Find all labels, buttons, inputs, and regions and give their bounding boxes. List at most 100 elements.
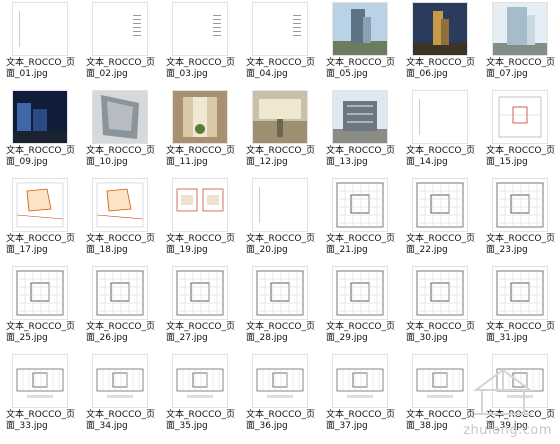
file-item[interactable]: 文本_ROCCO_页面_15.jpg [480, 90, 560, 178]
file-item[interactable]: 文本_ROCCO_页面_36.jpg [240, 354, 320, 442]
file-item[interactable]: 文本_ROCCO_页面_17.jpg [0, 178, 80, 266]
file-name-label: 文本_ROCCO_页面_33.jpg [6, 410, 75, 431]
file-item[interactable]: 文本_ROCCO_页面_29.jpg [320, 266, 400, 354]
file-thumbnail[interactable] [172, 90, 228, 144]
file-thumbnail[interactable] [492, 354, 548, 408]
file-thumbnail[interactable] [412, 178, 468, 232]
file-item[interactable]: 文本_ROCCO_页面_14.jpg [400, 90, 480, 178]
file-thumbnail[interactable] [492, 2, 548, 56]
file-item[interactable]: 文本_ROCCO_页面_21.jpg [320, 178, 400, 266]
file-thumbnail[interactable] [332, 178, 388, 232]
file-thumbnail[interactable] [252, 178, 308, 232]
file-item[interactable]: 文本_ROCCO_页面_34.jpg [80, 354, 160, 442]
file-item[interactable]: 文本_ROCCO_页面_23.jpg [480, 178, 560, 266]
file-thumbnail[interactable] [12, 90, 68, 144]
file-name-label: 文本_ROCCO_页面_37.jpg [326, 410, 395, 431]
file-name-label: 文本_ROCCO_页面_03.jpg [166, 58, 235, 79]
file-name-label: 文本_ROCCO_页面_09.jpg [6, 146, 75, 167]
file-name-label: 文本_ROCCO_页面_35.jpg [166, 410, 235, 431]
file-item[interactable]: 文本_ROCCO_页面_33.jpg [0, 354, 80, 442]
file-item[interactable]: 文本_ROCCO_页面_28.jpg [240, 266, 320, 354]
file-thumbnail[interactable] [412, 266, 468, 320]
file-item[interactable]: 文本_ROCCO_页面_25.jpg [0, 266, 80, 354]
file-thumbnail[interactable] [492, 90, 548, 144]
file-item[interactable]: 文本_ROCCO_页面_11.jpg [160, 90, 240, 178]
file-item[interactable]: 文本_ROCCO_页面_13.jpg [320, 90, 400, 178]
file-item[interactable]: 文本_ROCCO_页面_37.jpg [320, 354, 400, 442]
file-name-label: 文本_ROCCO_页面_01.jpg [6, 58, 75, 79]
file-name-label: 文本_ROCCO_页面_05.jpg [326, 58, 395, 79]
file-item[interactable]: 文本_ROCCO_页面_18.jpg [80, 178, 160, 266]
file-item[interactable]: 文本_ROCCO_页面_01.jpg [0, 2, 80, 90]
file-thumbnail[interactable] [252, 2, 308, 56]
file-thumbnail[interactable] [492, 266, 548, 320]
file-item[interactable]: 文本_ROCCO_页面_39.jpg [480, 354, 560, 442]
file-thumbnail[interactable] [412, 90, 468, 144]
file-name-label: 文本_ROCCO_页面_06.jpg [406, 58, 475, 79]
file-item[interactable]: 文本_ROCCO_页面_02.jpg [80, 2, 160, 90]
file-item[interactable]: 文本_ROCCO_页面_05.jpg [320, 2, 400, 90]
file-item[interactable]: 文本_ROCCO_页面_38.jpg [400, 354, 480, 442]
file-thumbnail[interactable] [332, 354, 388, 408]
file-item[interactable]: 文本_ROCCO_页面_35.jpg [160, 354, 240, 442]
file-name-label: 文本_ROCCO_页面_11.jpg [166, 146, 235, 167]
file-name-label: 文本_ROCCO_页面_38.jpg [406, 410, 475, 431]
file-name-label: 文本_ROCCO_页面_23.jpg [486, 234, 555, 255]
file-name-label: 文本_ROCCO_页面_07.jpg [486, 58, 555, 79]
file-item[interactable]: 文本_ROCCO_页面_07.jpg [480, 2, 560, 90]
file-item[interactable]: 文本_ROCCO_页面_09.jpg [0, 90, 80, 178]
file-thumbnail[interactable] [412, 354, 468, 408]
file-thumbnail[interactable] [252, 354, 308, 408]
file-item[interactable]: 文本_ROCCO_页面_06.jpg [400, 2, 480, 90]
file-name-label: 文本_ROCCO_页面_28.jpg [246, 322, 315, 343]
file-thumbnail[interactable] [332, 90, 388, 144]
file-item[interactable]: 文本_ROCCO_页面_12.jpg [240, 90, 320, 178]
file-item[interactable]: 文本_ROCCO_页面_10.jpg [80, 90, 160, 178]
file-thumbnail[interactable] [412, 2, 468, 56]
file-thumbnail[interactable] [92, 2, 148, 56]
file-thumbnail[interactable] [172, 2, 228, 56]
file-name-label: 文本_ROCCO_页面_27.jpg [166, 322, 235, 343]
file-name-label: 文本_ROCCO_页面_02.jpg [86, 58, 155, 79]
file-thumbnail[interactable] [92, 354, 148, 408]
file-name-label: 文本_ROCCO_页面_22.jpg [406, 234, 475, 255]
file-thumbnail[interactable] [92, 90, 148, 144]
file-name-label: 文本_ROCCO_页面_04.jpg [246, 58, 315, 79]
file-thumbnail[interactable] [252, 90, 308, 144]
file-item[interactable]: 文本_ROCCO_页面_04.jpg [240, 2, 320, 90]
file-name-label: 文本_ROCCO_页面_39.jpg [486, 410, 555, 431]
file-item[interactable]: 文本_ROCCO_页面_31.jpg [480, 266, 560, 354]
file-item[interactable]: 文本_ROCCO_页面_03.jpg [160, 2, 240, 90]
file-thumbnail[interactable] [172, 266, 228, 320]
file-thumbnail[interactable] [172, 354, 228, 408]
file-item[interactable]: 文本_ROCCO_页面_22.jpg [400, 178, 480, 266]
file-name-label: 文本_ROCCO_页面_31.jpg [486, 322, 555, 343]
file-name-label: 文本_ROCCO_页面_10.jpg [86, 146, 155, 167]
file-name-label: 文本_ROCCO_页面_30.jpg [406, 322, 475, 343]
file-thumbnail[interactable] [92, 266, 148, 320]
file-name-label: 文本_ROCCO_页面_18.jpg [86, 234, 155, 255]
file-name-label: 文本_ROCCO_页面_15.jpg [486, 146, 555, 167]
file-name-label: 文本_ROCCO_页面_26.jpg [86, 322, 155, 343]
file-name-label: 文本_ROCCO_页面_12.jpg [246, 146, 315, 167]
file-thumbnail[interactable] [252, 266, 308, 320]
file-thumbnail[interactable] [492, 178, 548, 232]
file-thumbnail[interactable] [12, 266, 68, 320]
file-item[interactable]: 文本_ROCCO_页面_19.jpg [160, 178, 240, 266]
file-item[interactable]: 文本_ROCCO_页面_20.jpg [240, 178, 320, 266]
file-thumbnail[interactable] [172, 178, 228, 232]
file-thumbnail[interactable] [12, 354, 68, 408]
file-thumbnail[interactable] [332, 266, 388, 320]
file-item[interactable]: 文本_ROCCO_页面_30.jpg [400, 266, 480, 354]
file-name-label: 文本_ROCCO_页面_25.jpg [6, 322, 75, 343]
file-thumbnail[interactable] [12, 178, 68, 232]
file-name-label: 文本_ROCCO_页面_20.jpg [246, 234, 315, 255]
file-name-label: 文本_ROCCO_页面_36.jpg [246, 410, 315, 431]
file-thumbnail-grid: 文本_ROCCO_页面_01.jpg 文本_ROCCO_页面_02.jpg 文本_R… [0, 0, 560, 444]
file-thumbnail[interactable] [92, 178, 148, 232]
file-item[interactable]: 文本_ROCCO_页面_26.jpg [80, 266, 160, 354]
file-thumbnail[interactable] [332, 2, 388, 56]
file-name-label: 文本_ROCCO_页面_13.jpg [326, 146, 395, 167]
file-item[interactable]: 文本_ROCCO_页面_27.jpg [160, 266, 240, 354]
file-thumbnail[interactable] [12, 2, 68, 56]
